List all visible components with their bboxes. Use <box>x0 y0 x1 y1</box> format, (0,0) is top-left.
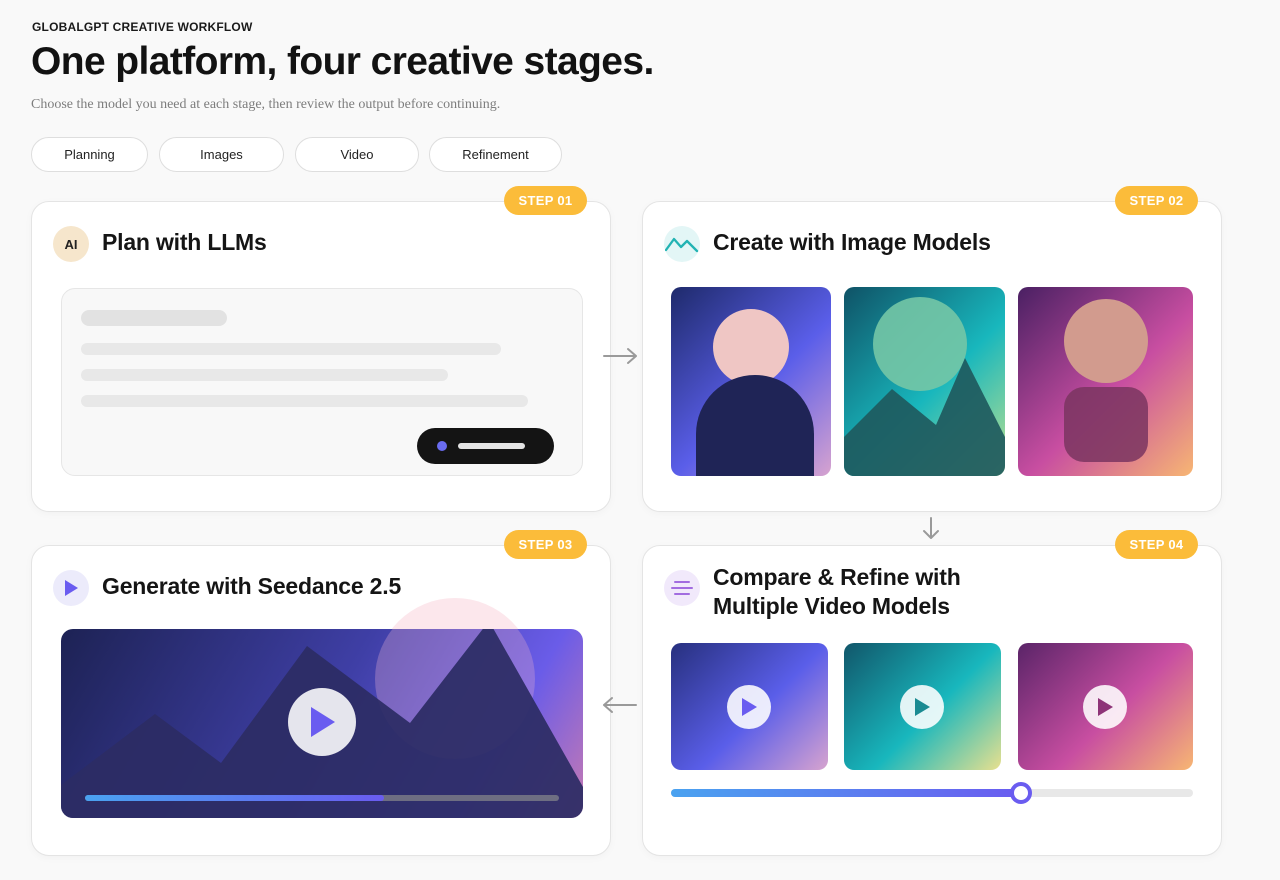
step-4-title-line2: Multiple Video Models <box>713 593 950 619</box>
video-model-c-play[interactable] <box>1083 685 1127 729</box>
image-result-portrait[interactable] <box>671 287 831 476</box>
mountain-line-icon <box>664 226 700 262</box>
landscape-mountains <box>844 358 1005 476</box>
video-model-b[interactable] <box>844 643 1001 770</box>
figure-body <box>1064 387 1148 462</box>
page-title: One platform, four creative stages. <box>31 40 654 83</box>
step-3-card: STEP 03 Generate with Seedance 2.5 <box>31 530 611 856</box>
send-button[interactable] <box>417 428 554 464</box>
step-4-card: STEP 04 Compare & Refine with Multiple V… <box>642 530 1222 856</box>
step-3-title: Generate with Seedance 2.5 <box>102 573 402 599</box>
ai-icon-text: AI <box>64 236 78 252</box>
portrait-head <box>713 309 789 385</box>
lines-icon <box>664 570 700 606</box>
video-model-c[interactable] <box>1018 643 1193 770</box>
play-icon <box>53 570 89 606</box>
step-3-badge: STEP 03 <box>504 530 587 559</box>
skeleton-line <box>81 395 528 407</box>
skeleton-line <box>81 343 501 355</box>
step-1-badge: STEP 01 <box>504 186 587 215</box>
status-dot <box>437 441 447 451</box>
step-2-card: STEP 02 Create with Image Models <box>642 186 1222 512</box>
video-model-a-play[interactable] <box>727 685 771 729</box>
tab-video[interactable]: Video <box>295 137 419 172</box>
video-model-b-play[interactable] <box>900 685 944 729</box>
compare-slider-fill <box>671 789 1021 797</box>
compare-slider[interactable] <box>671 782 1193 804</box>
ai-icon: AI <box>53 226 89 262</box>
video-player[interactable] <box>61 629 583 818</box>
figure-head <box>1064 299 1148 383</box>
portrait-body <box>696 375 814 476</box>
step-1-card: STEP 01 AI Plan with LLMs <box>31 186 611 512</box>
step-2-badge: STEP 02 <box>1115 186 1198 215</box>
arrow-left-icon <box>603 697 637 713</box>
step-2-title: Create with Image Models <box>713 229 991 255</box>
video-play-button[interactable] <box>288 688 356 756</box>
step-1-title: Plan with LLMs <box>102 229 267 255</box>
tab-refinement[interactable]: Refinement <box>429 137 562 172</box>
arrow-right-icon <box>603 348 637 364</box>
step-4-badge: STEP 04 <box>1115 530 1198 559</box>
llm-chat-preview <box>61 288 583 476</box>
button-bar <box>458 443 525 449</box>
step-4-title-line1: Compare & Refine with <box>713 564 961 590</box>
video-model-a[interactable] <box>671 643 828 770</box>
page-subtitle: Choose the model you need at each stage,… <box>31 97 501 112</box>
tab-planning[interactable]: Planning <box>31 137 148 172</box>
tab-images[interactable]: Images <box>159 137 284 172</box>
video-progress-track[interactable] <box>85 795 559 801</box>
image-result-figure[interactable] <box>1018 287 1193 476</box>
step-4-title: Compare & Refine with Multiple Video Mod… <box>713 563 961 621</box>
eyebrow-label: GLOBALGPT CREATIVE WORKFLOW <box>32 20 253 34</box>
compare-slider-handle[interactable] <box>1009 782 1032 804</box>
skeleton-heading <box>81 310 227 326</box>
image-result-landscape[interactable] <box>844 287 1005 476</box>
video-progress-fill <box>85 795 384 801</box>
arrow-down-icon <box>923 517 939 539</box>
skeleton-line <box>81 369 448 381</box>
